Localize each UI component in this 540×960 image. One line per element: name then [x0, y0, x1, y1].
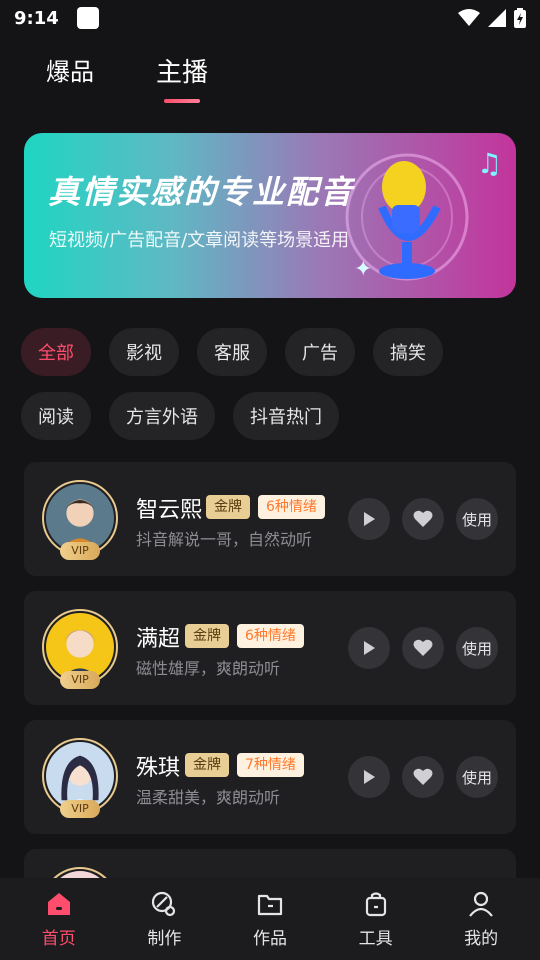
emotion-tag: 7种情绪	[237, 753, 304, 777]
play-icon	[364, 512, 375, 526]
nav-profile[interactable]: 我的	[441, 890, 521, 949]
favorite-button[interactable]	[402, 627, 444, 669]
nav-home[interactable]: 首页	[19, 890, 99, 949]
battery-icon	[514, 8, 526, 28]
active-tab-indicator	[164, 99, 200, 103]
music-note-icon: ♫	[476, 147, 502, 180]
app-notification-icon	[76, 7, 99, 29]
use-button[interactable]: 使用	[456, 498, 498, 540]
voice-tags: 金牌 6种情绪	[185, 624, 304, 648]
emotion-tag: 6种情绪	[237, 624, 304, 648]
voice-description: 温柔甜美，爽朗动听	[136, 788, 281, 807]
use-button[interactable]: 使用	[456, 756, 498, 798]
vip-badge: VIP	[60, 542, 100, 560]
status-icons	[458, 8, 526, 28]
voice-tags: 金牌 7种情绪	[185, 753, 304, 777]
play-icon	[364, 641, 375, 655]
nav-label: 工具	[358, 928, 393, 949]
category-chip-dialect[interactable]: 方言外语	[109, 392, 215, 440]
voice-actions: 使用	[348, 627, 498, 669]
voice-actions: 使用	[348, 756, 498, 798]
category-chip-douyin-hot[interactable]: 抖音热门	[233, 392, 339, 440]
favorite-button[interactable]	[402, 498, 444, 540]
category-chips: 全部 影视 客服 广告 搞笑 阅读 方言外语 抖音热门	[21, 328, 521, 440]
voice-name: 智云熙	[136, 498, 203, 523]
home-icon	[47, 892, 70, 915]
nav-label: 首页	[41, 928, 76, 949]
heart-icon	[413, 768, 433, 785]
folder-icon	[257, 894, 283, 915]
nav-label: 作品	[252, 928, 287, 949]
banner-subtitle: 短视频/广告配音/文章阅读等场景适用	[49, 230, 350, 251]
top-tabs: 爆品 主播	[46, 52, 209, 103]
category-chip-all[interactable]: 全部	[21, 328, 91, 376]
bottom-nav: 首页 制作 作品 工具 我的	[0, 878, 540, 960]
category-chip-film[interactable]: 影视	[109, 328, 179, 376]
voice-card[interactable]: VIP 智云熙 金牌 6种情绪 抖音解说一哥，自然动听 使用	[24, 462, 516, 576]
play-button[interactable]	[348, 756, 390, 798]
heart-icon	[413, 510, 433, 527]
nav-works[interactable]: 作品	[230, 890, 310, 949]
voice-tags: 金牌 6种情绪	[206, 495, 325, 519]
use-button[interactable]: 使用	[456, 627, 498, 669]
tab-anchors[interactable]: 主播	[156, 52, 209, 103]
nav-create[interactable]: 制作	[124, 890, 204, 949]
category-chip-customer-service[interactable]: 客服	[197, 328, 267, 376]
heart-icon	[413, 639, 433, 656]
status-bar: 9:14	[0, 0, 540, 36]
category-chip-ads[interactable]: 广告	[285, 328, 355, 376]
voice-actions: 使用	[348, 498, 498, 540]
nav-tools[interactable]: 工具	[336, 890, 416, 949]
banner-title: 真情实感的专业配音	[48, 173, 355, 211]
favorite-button[interactable]	[402, 756, 444, 798]
voice-name: 殊琪	[136, 756, 181, 781]
avatar: VIP	[42, 738, 118, 818]
gold-tag: 金牌	[185, 624, 229, 648]
tab-hot-products[interactable]: 爆品	[46, 52, 94, 101]
voice-name: 满超	[136, 627, 181, 652]
profile-icon	[469, 891, 494, 917]
voice-description: 磁性雄厚，爽朗动听	[136, 659, 281, 678]
vip-badge: VIP	[60, 800, 100, 818]
tab-label: 爆品	[46, 58, 94, 86]
toolbox-icon	[365, 891, 386, 916]
avatar: VIP	[42, 609, 118, 689]
nav-label: 制作	[147, 928, 182, 949]
gold-tag: 金牌	[185, 753, 229, 777]
promo-banner[interactable]: 真情实感的专业配音 短视频/广告配音/文章阅读等场景适用 ♫ ✦	[24, 133, 516, 298]
nav-label: 我的	[464, 928, 499, 949]
play-icon	[364, 770, 375, 784]
voice-description: 抖音解说一哥，自然动听	[136, 530, 313, 549]
sparkle-icon: ✦	[354, 257, 373, 282]
emotion-tag: 6种情绪	[258, 495, 325, 519]
status-time: 9:14	[14, 7, 59, 29]
voice-card[interactable]: VIP 满超 金牌 6种情绪 磁性雄厚，爽朗动听 使用	[24, 591, 516, 705]
play-button[interactable]	[348, 498, 390, 540]
tab-label: 主播	[156, 58, 209, 88]
voice-card[interactable]: VIP 殊琪 金牌 7种情绪 温柔甜美，爽朗动听 使用	[24, 720, 516, 834]
wifi-icon	[458, 9, 480, 26]
create-icon	[152, 891, 176, 916]
category-chip-reading[interactable]: 阅读	[21, 392, 91, 440]
play-button[interactable]	[348, 627, 390, 669]
vip-badge: VIP	[60, 671, 100, 689]
signal-icon	[488, 9, 506, 27]
gold-tag: 金牌	[206, 495, 250, 519]
avatar: VIP	[42, 480, 118, 560]
voice-list: VIP 智云熙 金牌 6种情绪 抖音解说一哥，自然动听 使用 VIP 满超 金牌…	[24, 462, 516, 907]
category-chip-funny[interactable]: 搞笑	[373, 328, 443, 376]
